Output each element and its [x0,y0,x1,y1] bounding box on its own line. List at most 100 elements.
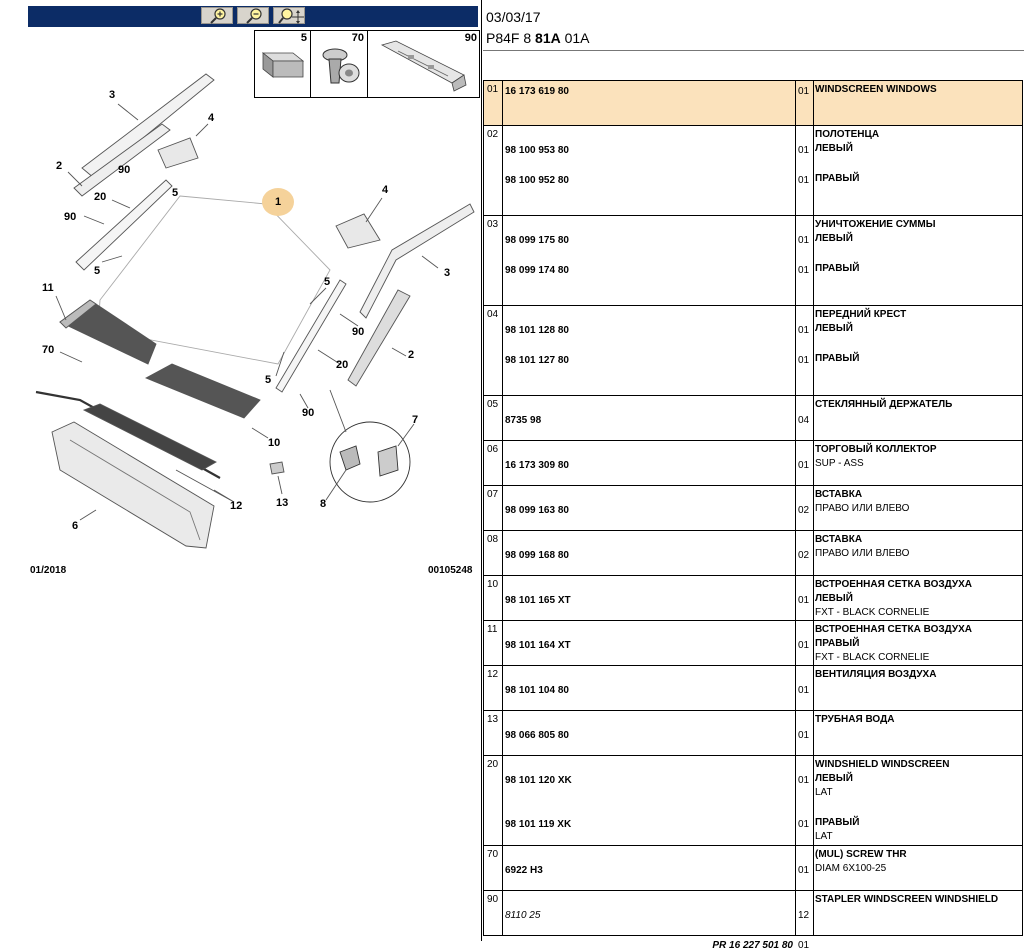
callout-label[interactable]: 5 [94,265,100,277]
quantity-cell: 01 [796,621,814,665]
callout-label[interactable]: 5 [324,276,330,288]
quantity: 01 [798,819,810,830]
part-number-cell: 98 066 805 80 [502,711,796,755]
part-number[interactable]: 98 101 127 80 [505,355,569,366]
part-number[interactable]: 8110 25 [505,910,540,921]
callout-label[interactable]: 90 [352,326,364,338]
callout-label[interactable]: 2 [408,349,414,361]
callout-label[interactable]: 20 [94,191,106,203]
description-cell: УНИЧТОЖЕНИЕ СУММЫ ЛЕВЫЙ ПРАВЫЙ [814,216,1023,305]
callout-label[interactable]: 10 [268,437,280,449]
table-row[interactable]: 01 16 173 619 80 01 WINDSCREEN WINDOWS [483,81,1023,126]
part-description: ВЕНТИЛЯЦИЯ ВОЗДУХА [815,669,937,680]
quantity: 01 [798,265,810,276]
quantity: 01 [798,145,810,156]
table-row[interactable]: 12 98 101 104 80 01 ВЕНТИЛЯЦИЯ ВОЗДУХА [483,666,1023,711]
quantity: 01 [798,730,810,741]
part-description: ПРАВО ИЛИ ВЛЕВО [815,503,910,514]
diagram-code: 00105248 [428,565,473,576]
row-index-cell: 20 [483,756,503,845]
table-row[interactable]: 06 16 173 309 80 01 ТОРГОВЫЙ КОЛЛЕКТОР SUP -… [483,441,1023,486]
callout-badge-1[interactable]: 1 [262,188,294,216]
callout-label[interactable]: 5 [265,374,271,386]
part-description: ЛЕВЫЙ [815,593,853,604]
part-number[interactable]: 98 101 128 80 [505,325,569,336]
table-row[interactable]: 20 98 101 120 XK 98 101 119 XK 01 01 WINDSHIE… [483,756,1023,846]
table-row[interactable]: 02 98 100 953 80 98 100 952 80 01 01 ПОЛОТЕНЦ… [483,126,1023,216]
part-number[interactable]: 8735 98 [505,415,541,426]
table-row[interactable]: 08 98 099 168 80 02 ВСТАВКА ПРАВО ИЛИ ВЛЕВО [483,531,1023,576]
callout-label[interactable]: 13 [276,497,288,509]
callout-label[interactable]: 3 [109,89,115,101]
part-description: УНИЧТОЖЕНИЕ СУММЫ [815,219,936,230]
description-cell: STAPLER WINDSCREEN WINDSHIELD [814,891,1023,935]
part-number[interactable]: 16 173 619 80 [505,86,569,97]
callout-label[interactable]: 4 [208,112,214,124]
callout-label[interactable]: 11 [42,282,54,294]
table-row[interactable]: 70 6922 H3 01 (MUL) SCREW THR DIAM 6X100-25 [483,846,1023,891]
row-index-cell: 05 [483,396,503,440]
row-index-cell: 13 [483,711,503,755]
callout-label[interactable]: 20 [336,359,348,371]
callout-label[interactable]: 5 [172,187,178,199]
callout-label[interactable]: 90 [118,164,130,176]
callout-label[interactable]: 90 [64,211,76,223]
row-index: 20 [487,759,499,770]
quantity: 02 [798,505,810,516]
part-number[interactable]: 6922 H3 [505,865,543,876]
part-number[interactable]: 98 101 164 XT [505,640,571,651]
table-row[interactable]: 05 8735 98 04 СТЕКЛЯННЫЙ ДЕРЖАТЕЛЬ [483,396,1023,441]
callout-label[interactable]: 7 [412,414,418,426]
part-number[interactable]: 98 099 163 80 [505,505,569,516]
row-index: 04 [487,309,499,320]
part-number[interactable]: 98 099 168 80 [505,550,569,561]
part-number[interactable]: 98 101 165 XT [505,595,571,606]
callout-label[interactable]: 6 [72,520,78,532]
part-description: FXT - BLACK CORNELIE [815,607,930,618]
row-index-cell: 04 [483,306,503,395]
part-description: SUP - ASS [815,458,864,469]
table-row[interactable]: 03 98 099 175 80 98 099 174 80 01 01 УНИЧТОЖЕ… [483,216,1023,306]
part-number[interactable]: 98 101 104 80 [505,685,569,696]
part-number[interactable]: 98 099 175 80 [505,235,569,246]
description-cell: (MUL) SCREW THR DIAM 6X100-25 [814,846,1023,890]
part-number[interactable]: 98 101 120 XK [505,775,572,786]
part-number-cell: 98 101 120 XK 98 101 119 XK [502,756,796,845]
table-row[interactable]: 13 98 066 805 80 01 ТРУБНАЯ ВОДА [483,711,1023,756]
table-row[interactable]: 90 8110 25 PR 16 227 501 80 12 01 STAPLER WIN… [483,891,1023,951]
quantity-cell: 04 [796,396,814,440]
part-number[interactable]: 98 066 805 80 [505,730,569,741]
table-row[interactable]: 11 98 101 164 XT 01 ВСТРОЕННАЯ СЕТКА ВОЗДУХ… [483,621,1023,666]
table-row[interactable]: 07 98 099 163 80 02 ВСТАВКА ПРАВО ИЛИ ВЛЕВО [483,486,1023,531]
callout-label[interactable]: 70 [42,344,54,356]
part-number-cell: 8735 98 [502,396,796,440]
quantity: 01 [798,355,810,366]
row-index-cell: 10 [483,576,503,620]
replacement-part-number[interactable]: PR 16 227 501 80 [712,940,793,951]
part-number[interactable]: 98 100 953 80 [505,145,569,156]
part-number-cell: 98 101 164 XT [502,621,796,665]
callout-label[interactable]: 3 [444,267,450,279]
table-row[interactable]: 10 98 101 165 XT 01 ВСТРОЕННАЯ СЕТКА ВОЗДУХ… [483,576,1023,621]
quantity-cell: 12 01 [796,891,814,951]
quantity: 01 [798,86,810,97]
parts-diagram [35,73,475,549]
part-number[interactable]: 98 099 174 80 [505,265,569,276]
quantity-cell: 01 [796,711,814,755]
parts-table: 01 16 173 619 80 01 WINDSCREEN WINDOWS 02 98 … [483,80,1023,951]
row-index: 03 [487,219,499,230]
callout-label[interactable]: 4 [382,184,388,196]
callout-label[interactable]: 90 [302,407,314,419]
part-number[interactable]: 98 100 952 80 [505,175,569,186]
part-number[interactable]: 98 101 119 XK [505,819,571,830]
quantity-cell: 01 01 [796,756,814,845]
quantity-cell: 01 01 [796,216,814,305]
callout-label[interactable]: 12 [230,500,242,512]
part-description: ЛЕВЫЙ [815,773,853,784]
table-row[interactable]: 04 98 101 128 80 98 101 127 80 01 01 ПЕРЕДНИЙ… [483,306,1023,396]
part-number[interactable]: 16 173 309 80 [505,460,569,471]
callout-label[interactable]: 2 [56,160,62,172]
cowl-grille-10 [144,363,261,419]
callout-label[interactable]: 8 [320,498,326,510]
quantity-cell: 01 [796,441,814,485]
